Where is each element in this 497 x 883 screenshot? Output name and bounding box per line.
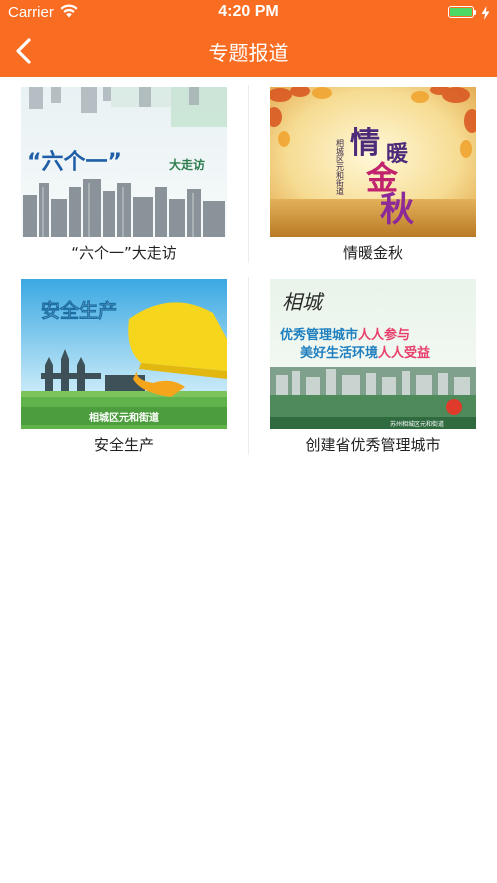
navigation-bar: 专题报道	[0, 26, 497, 77]
thumb-char: 情	[350, 126, 380, 161]
svg-text:美好生活环境人人受益: 美好生活环境人人受益	[300, 345, 430, 361]
thumb-tag: 大走访	[169, 157, 205, 172]
thumb-headline: “六个一”	[27, 150, 122, 175]
topic-card[interactable]: 情 暖 金 秋 相城区元和街道 情暖金秋	[270, 87, 476, 277]
topic-card[interactable]: 相城 优秀管理城市人人参与 美好生活环境人人受益 苏州相城区元和街道 创建省优秀…	[270, 279, 476, 469]
thumb-line-1: 优秀管理城市	[280, 327, 358, 343]
topic-caption: “六个一”大走访	[71, 244, 177, 262]
topic-caption: 安全生产	[93, 436, 154, 454]
charging-bolt-icon	[481, 5, 490, 24]
thumb-char: 秋	[380, 190, 414, 230]
thumb-logo: 相城	[282, 290, 325, 314]
status-bar: Carrier 4:20 PM	[0, 0, 497, 26]
topic-thumbnail: 情 暖 金 秋 相城区元和街道	[270, 87, 476, 237]
status-time: 4:20 PM	[218, 3, 279, 20]
column-divider	[248, 277, 249, 455]
header-bar: Carrier 4:20 PM 专题报道	[0, 0, 497, 77]
thumb-footer: 苏州相城区元和街道	[390, 420, 444, 428]
thumb-footer: 相城区元和街道	[89, 411, 159, 424]
thumb-line-2: 美好生活环境	[300, 345, 378, 361]
thumb-line-2b: 人人受益	[378, 345, 430, 361]
topic-card[interactable]: 安全生产 相城区元和街道 安全生产	[21, 279, 227, 469]
thumb-headline: 安全生产	[41, 299, 117, 322]
thumb-vertical-text: 相城区元和街道	[336, 138, 345, 196]
topic-card[interactable]: “六个一” 大走访 “六个一”大走访	[21, 87, 227, 277]
battery-icon	[448, 6, 474, 18]
topic-thumbnail: 相城 优秀管理城市人人参与 美好生活环境人人受益 苏州相城区元和街道	[270, 279, 476, 429]
svg-text:优秀管理城市人人参与: 优秀管理城市人人参与	[280, 327, 410, 343]
thumb-line-1b: 人人参与	[358, 327, 410, 343]
topic-caption: 情暖金秋	[342, 244, 403, 262]
topic-thumbnail: “六个一” 大走访	[21, 87, 227, 237]
column-divider	[248, 85, 249, 263]
battery-cap	[474, 10, 476, 15]
page-title: 专题报道	[208, 41, 289, 65]
battery-level	[450, 8, 472, 16]
topic-caption: 创建省优秀管理城市	[305, 436, 441, 454]
topic-thumbnail: 安全生产 相城区元和街道	[21, 279, 227, 429]
